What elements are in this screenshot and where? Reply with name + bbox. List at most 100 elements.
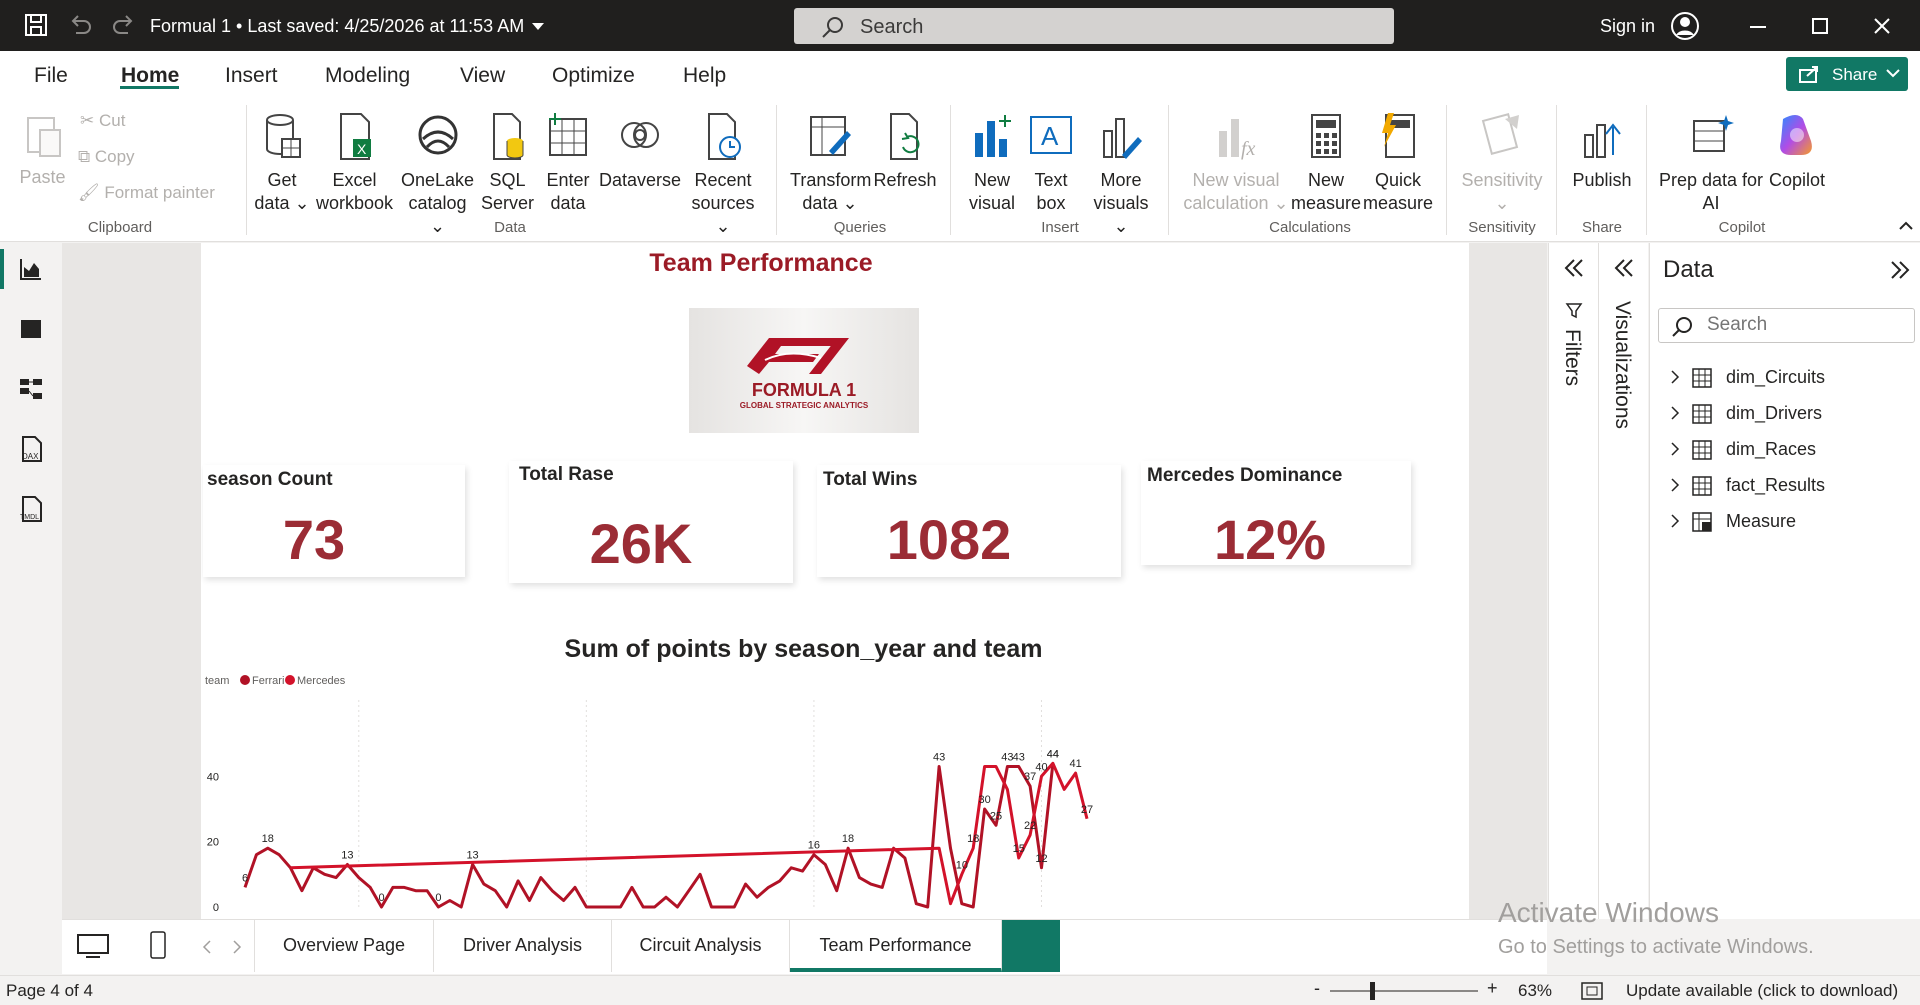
mobile-layout-icon[interactable] — [148, 930, 168, 960]
tab-insert[interactable]: Insert — [225, 64, 278, 88]
share-button[interactable]: Share — [1786, 57, 1908, 91]
excel-workbook-button[interactable]: X Excel workbook — [312, 111, 397, 215]
data-search-box[interactable] — [1658, 308, 1915, 343]
collapse-filters-icon[interactable] — [1562, 257, 1586, 279]
text-box-button[interactable]: A Text box — [1025, 111, 1077, 215]
close-icon[interactable] — [1868, 12, 1896, 40]
new-visual-calculation-button[interactable]: fx New visual calculation ⌄ — [1180, 111, 1292, 215]
chevron-right-icon[interactable] — [1670, 406, 1680, 420]
kpi-card-total-wins[interactable]: Total Wins 1082 — [817, 465, 1121, 577]
minimize-icon[interactable] — [1744, 12, 1772, 40]
calculator-icon — [1311, 114, 1341, 158]
maximize-icon[interactable] — [1806, 12, 1834, 40]
table-dim-circuits[interactable]: dim_Circuits — [1670, 364, 1910, 392]
points-line-chart[interactable]: teamFerrariMercedes 19601980200020200204… — [201, 663, 1469, 919]
collapse-ribbon-icon[interactable] — [1898, 219, 1914, 231]
page-tab-overview[interactable]: Overview Page — [254, 920, 434, 972]
visualizations-pane[interactable]: Visualizations — [1598, 243, 1648, 919]
undo-icon[interactable] — [66, 11, 94, 39]
account-icon[interactable] — [1670, 11, 1700, 41]
format-painter-button[interactable]: 🖌 Format painter — [78, 183, 215, 203]
copy-button[interactable]: ⧉ Copy — [78, 147, 135, 167]
desktop-layout-icon[interactable] — [76, 933, 110, 959]
sensitivity-button[interactable]: Sensitivity ⌄ — [1454, 111, 1550, 215]
chart-data-labels: 618130 013161843302543 4337124410181522404… — [242, 748, 1093, 904]
kpi-value: 73 — [282, 508, 346, 571]
document-title[interactable]: Formual 1 • Last saved: 4/25/2026 at 11:… — [150, 16, 524, 37]
f1-logo[interactable]: FORMULA 1 GLOBAL STRATEGIC ANALYTICS — [689, 308, 919, 433]
table-name: dim_Races — [1726, 439, 1817, 459]
prep-data-for-ai-button[interactable]: Prep data for AI — [1652, 111, 1770, 215]
table-dim-drivers[interactable]: dim_Drivers — [1670, 400, 1910, 428]
table-view-icon[interactable] — [17, 315, 45, 343]
data-label: 18 — [842, 833, 854, 845]
expand-data-pane-icon[interactable] — [1888, 259, 1912, 281]
tab-modeling[interactable]: Modeling — [325, 64, 410, 88]
table-fact-results[interactable]: fact_Results — [1670, 472, 1910, 500]
refresh-button[interactable]: Refresh — [873, 111, 937, 192]
page-tab-driver-analysis[interactable]: Driver Analysis — [434, 920, 612, 972]
page-tab-circuit-analysis[interactable]: Circuit Analysis — [612, 920, 790, 972]
filters-label[interactable]: Filters — [1560, 329, 1584, 386]
text-box-icon: A — [1030, 116, 1072, 154]
data-search-input[interactable] — [1705, 313, 1905, 337]
quick-measure-button[interactable]: Quick measure — [1362, 111, 1434, 215]
zoom-out-button[interactable]: - — [1314, 978, 1320, 999]
chevron-right-icon[interactable] — [1670, 514, 1680, 528]
chevron-right-icon[interactable] — [1670, 478, 1680, 492]
scroll-left-icon[interactable] — [202, 940, 212, 954]
page-tab-team-performance[interactable]: Team Performance — [790, 920, 1002, 972]
tab-file[interactable]: File — [34, 64, 68, 88]
publish-button[interactable]: Publish — [1566, 111, 1638, 192]
cut-button[interactable]: ✂ Cut — [80, 111, 125, 131]
zoom-in-button[interactable]: + — [1487, 978, 1498, 999]
legend-marker — [285, 675, 295, 685]
save-icon[interactable] — [22, 11, 50, 39]
tab-home[interactable]: Home — [121, 64, 179, 88]
sign-in-link[interactable]: Sign in — [1600, 16, 1655, 37]
update-available-link[interactable]: Update available (click to download) — [1626, 981, 1898, 1001]
add-page-button[interactable] — [1002, 920, 1060, 972]
model-view-icon[interactable] — [17, 375, 45, 403]
svg-text:A: A — [1041, 121, 1059, 151]
get-data-button[interactable]: Get data ⌄ — [252, 111, 312, 215]
table-dim-races[interactable]: dim_Races — [1670, 436, 1910, 464]
kpi-card-mercedes-dominance[interactable]: Mercedes Dominance 12% — [1141, 461, 1411, 571]
tab-view[interactable]: View — [460, 64, 505, 88]
transform-data-button[interactable]: Transform data ⌄ — [790, 111, 871, 215]
new-measure-button[interactable]: New measure — [1290, 111, 1362, 215]
copilot-button[interactable]: Copilot — [1754, 111, 1840, 192]
new-visual-button[interactable]: New visual — [962, 111, 1022, 215]
table-name: fact_Results — [1726, 475, 1826, 495]
data-label: 12 — [1035, 853, 1047, 865]
paste-button[interactable]: Paste — [15, 112, 70, 189]
dataverse-button[interactable]: Dataverse — [598, 111, 682, 192]
kpi-card-season-count[interactable]: season Count 73 — [203, 465, 465, 577]
table-measure[interactable]: Measure — [1670, 508, 1910, 536]
sql-server-button[interactable]: SQL Server — [480, 111, 535, 215]
enter-data-button[interactable]: Enter data — [540, 111, 596, 215]
refresh-icon — [890, 113, 920, 160]
recent-sources-button[interactable]: Recent sources ⌄ — [688, 111, 758, 238]
fit-to-page-icon[interactable] — [1580, 981, 1604, 1001]
tmdl-view-icon[interactable]: TMDL — [17, 495, 45, 523]
filters-pane[interactable]: Filters — [1548, 243, 1598, 919]
title-search-box[interactable]: Search — [794, 8, 1394, 44]
collapse-visualizations-icon[interactable] — [1612, 257, 1636, 279]
redo-icon[interactable] — [110, 11, 138, 39]
chevron-right-icon[interactable] — [1670, 370, 1680, 384]
chevron-right-icon[interactable] — [1670, 442, 1680, 456]
kpi-card-total-rase[interactable]: Total Rase 26K — [509, 461, 793, 583]
zoom-slider-thumb[interactable] — [1370, 982, 1375, 1000]
group-calculations: Calculations — [1269, 219, 1351, 236]
zoom-slider[interactable] — [1330, 990, 1478, 992]
chevron-down-icon[interactable] — [531, 22, 545, 32]
visualizations-label[interactable]: Visualizations — [1610, 301, 1634, 429]
tab-optimize[interactable]: Optimize — [552, 64, 635, 88]
tab-help[interactable]: Help — [683, 64, 726, 88]
chart-series — [243, 761, 1089, 909]
group-sensitivity: Sensitivity — [1468, 219, 1536, 236]
scroll-right-icon[interactable] — [232, 940, 242, 954]
report-view-icon[interactable] — [17, 255, 45, 283]
dax-query-view-icon[interactable]: DAX — [17, 435, 45, 463]
